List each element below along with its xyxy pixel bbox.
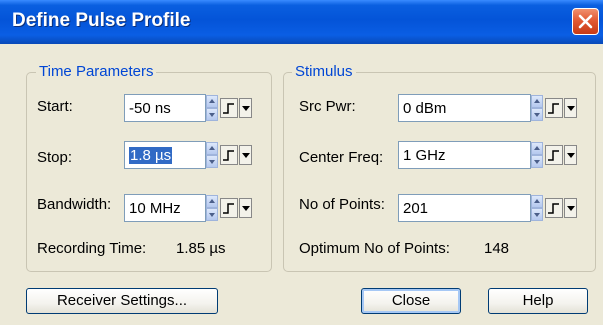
step-size-icon <box>223 150 234 161</box>
no-of-points-field[interactable]: 201 <box>398 194 531 222</box>
bandwidth-field[interactable]: 10 MHz <box>124 194 206 222</box>
src-pwr-value: 0 dBm <box>403 100 447 117</box>
dropdown-arrow-icon <box>567 153 575 158</box>
no-of-points-value: 201 <box>403 200 429 217</box>
src-pwr-step-button[interactable] <box>545 98 563 118</box>
step-size-icon <box>548 150 559 161</box>
title-bar[interactable]: Define Pulse Profile <box>0 0 603 44</box>
spin-up-icon[interactable] <box>206 142 218 155</box>
step-size-icon <box>223 203 234 214</box>
start-label: Start: <box>37 98 73 115</box>
step-size-icon <box>548 103 559 114</box>
spin-up-icon[interactable] <box>531 142 543 155</box>
stop-spinner[interactable] <box>206 142 218 168</box>
bandwidth-value: 10 MHz <box>129 200 181 217</box>
center-freq-value: 1 GHz <box>403 147 446 164</box>
src-pwr-label: Src Pwr: <box>299 98 356 115</box>
center-freq-spinner[interactable] <box>531 142 543 168</box>
start-step-button[interactable] <box>220 98 238 118</box>
stop-dropdown-button[interactable] <box>239 145 252 165</box>
stop-value: 1.8 µs <box>129 147 173 164</box>
step-size-icon <box>223 103 234 114</box>
optimum-points-label: Optimum No of Points: <box>299 240 450 257</box>
recording-time-label: Recording Time: <box>37 240 147 257</box>
spin-down-icon[interactable] <box>531 208 543 221</box>
src-pwr-field[interactable]: 0 dBm <box>398 94 531 122</box>
optimum-points-value: 148 <box>484 240 510 257</box>
bandwidth-step-button[interactable] <box>220 198 238 218</box>
window-close-button[interactable] <box>572 8 599 35</box>
spin-down-icon[interactable] <box>206 155 218 168</box>
dropdown-arrow-icon <box>242 206 250 211</box>
spin-down-icon[interactable] <box>206 208 218 221</box>
no-of-points-step-button[interactable] <box>545 198 563 218</box>
spin-up-icon[interactable] <box>531 195 543 208</box>
center-freq-field[interactable]: 1 GHz <box>398 141 531 169</box>
spin-up-icon[interactable] <box>531 95 543 108</box>
start-value: -50 ns <box>129 100 171 117</box>
bandwidth-label: Bandwidth: <box>37 196 112 213</box>
dropdown-arrow-icon <box>567 106 575 111</box>
start-spinner[interactable] <box>206 95 218 121</box>
step-size-icon <box>548 203 559 214</box>
recording-time-value: 1.85 µs <box>176 240 226 257</box>
time-parameters-legend: Time Parameters <box>36 63 157 80</box>
start-dropdown-button[interactable] <box>239 98 252 118</box>
src-pwr-dropdown-button[interactable] <box>564 98 577 118</box>
center-freq-dropdown-button[interactable] <box>564 145 577 165</box>
stop-step-button[interactable] <box>220 145 238 165</box>
stimulus-legend: Stimulus <box>292 63 356 80</box>
close-button[interactable]: Close <box>361 288 461 314</box>
start-field[interactable]: -50 ns <box>124 94 206 122</box>
stop-label: Stop: <box>37 149 73 166</box>
close-x-icon <box>578 14 593 29</box>
bandwidth-spinner[interactable] <box>206 195 218 221</box>
dropdown-arrow-icon <box>567 206 575 211</box>
spin-down-icon[interactable] <box>206 108 218 121</box>
no-of-points-dropdown-button[interactable] <box>564 198 577 218</box>
no-of-points-label: No of Points: <box>299 196 385 213</box>
receiver-settings-button[interactable]: Receiver Settings... <box>26 288 218 314</box>
dropdown-arrow-icon <box>242 153 250 158</box>
spin-down-icon[interactable] <box>531 108 543 121</box>
spin-up-icon[interactable] <box>206 95 218 108</box>
spin-up-icon[interactable] <box>206 195 218 208</box>
src-pwr-spinner[interactable] <box>531 95 543 121</box>
window-title: Define Pulse Profile <box>12 10 191 31</box>
no-of-points-spinner[interactable] <box>531 195 543 221</box>
help-button[interactable]: Help <box>488 288 588 314</box>
dropdown-arrow-icon <box>242 106 250 111</box>
stop-field[interactable]: 1.8 µs <box>124 141 206 169</box>
center-freq-label: Center Freq: <box>299 149 384 166</box>
spin-down-icon[interactable] <box>531 155 543 168</box>
bandwidth-dropdown-button[interactable] <box>239 198 252 218</box>
center-freq-step-button[interactable] <box>545 145 563 165</box>
